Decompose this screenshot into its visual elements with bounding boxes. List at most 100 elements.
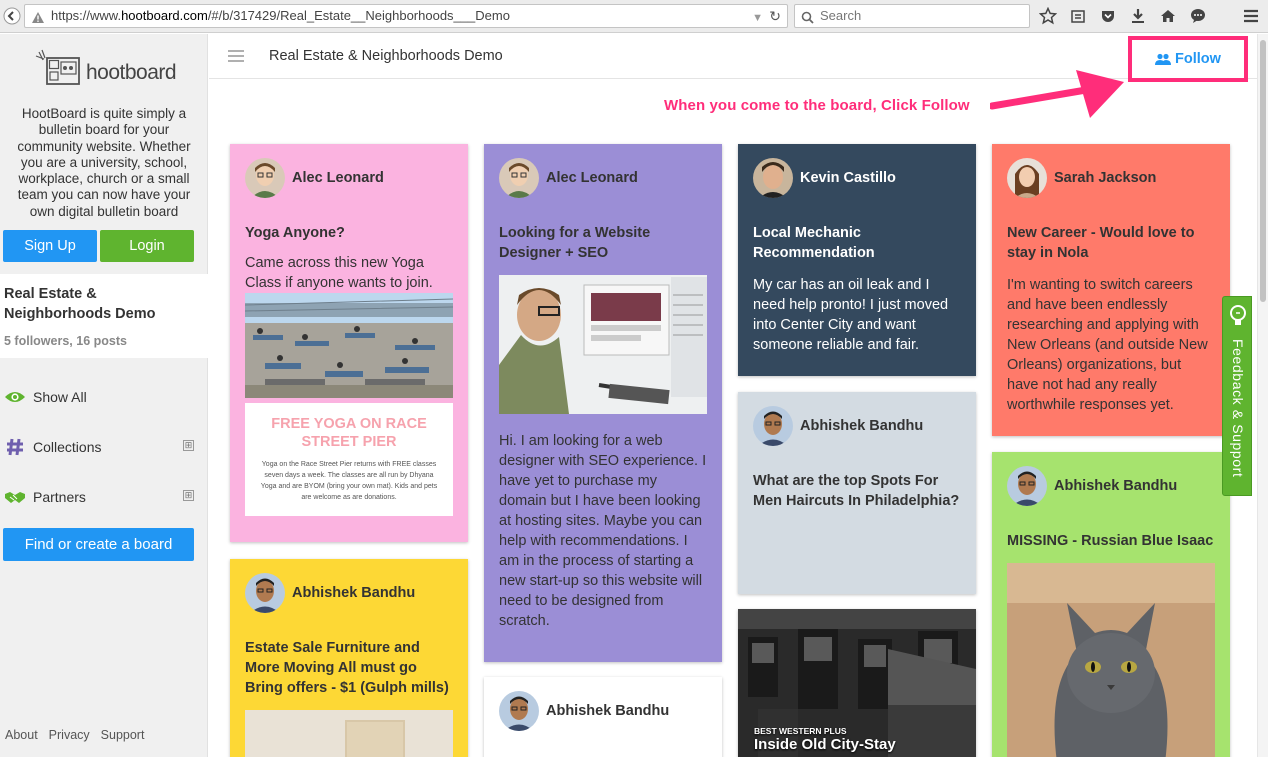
follow-highlight: Follow [1128, 36, 1248, 82]
post-card-career[interactable]: Sarah Jackson New Career - Would love to… [992, 144, 1230, 436]
author-name[interactable]: Alec Leonard [546, 170, 638, 186]
avatar[interactable] [245, 158, 285, 198]
back-button[interactable] [0, 4, 24, 28]
privacy-link[interactable]: Privacy [49, 728, 90, 742]
owl-board-logo-icon [35, 49, 80, 85]
card-author: Kevin Castillo [753, 158, 961, 198]
handshake-icon [4, 489, 26, 505]
author-name[interactable]: Abhishek Bandhu [292, 585, 415, 601]
post-title[interactable]: New Career - Would love to stay in Nola [1007, 223, 1215, 263]
author-name[interactable]: Abhishek Bandhu [546, 703, 669, 719]
reload-icon[interactable]: ↻ [769, 5, 781, 27]
poster-headline: FREE YOGA ON RACE STREET PIER [271, 416, 427, 450]
logo-text: hootboard [86, 61, 177, 84]
author-name[interactable]: Abhishek Bandhu [1054, 478, 1177, 494]
feedback-label: Feedback & Support [1230, 339, 1246, 478]
card-author: Abhishek Bandhu [499, 691, 707, 731]
download-icon[interactable] [1126, 5, 1150, 27]
sidebar-item-label: Collections [33, 439, 102, 455]
eye-icon [4, 390, 26, 404]
sidebar-item-show-all[interactable]: Show All [4, 385, 200, 409]
find-or-create-board-button[interactable]: Find or create a board [3, 528, 194, 561]
url-bar[interactable]: https://www.hootboard.com/#/b/317429/Rea… [24, 4, 788, 28]
sidebar-item-label: Show All [33, 389, 87, 405]
support-link[interactable]: Support [101, 728, 145, 742]
hotel-overlay: BEST WESTERN PLUS Inside Old City-Stay [754, 726, 896, 754]
chat-icon[interactable] [1186, 5, 1210, 27]
card-author: Sarah Jackson [1007, 158, 1215, 198]
annotation-text: When you come to the board, Click Follow [664, 97, 970, 114]
post-body: I'm wanting to switch careers and have b… [1007, 277, 1208, 413]
home-icon[interactable] [1156, 5, 1180, 27]
author-name[interactable]: Alec Leonard [292, 170, 384, 186]
post-card-hotel[interactable]: BEST WESTERN PLUS Inside Old City-Stay [738, 609, 976, 757]
avatar[interactable] [499, 691, 539, 731]
avatar[interactable] [1007, 466, 1047, 506]
post-title[interactable]: MISSING - Russian Blue Isaac [1007, 531, 1215, 551]
card-author: Alec Leonard [499, 158, 707, 198]
browser-menu-icon[interactable] [1240, 5, 1262, 27]
expand-collections-icon[interactable]: ⊞ [183, 440, 194, 451]
card-author: Abhishek Bandhu [753, 406, 961, 446]
hotel-caption: Inside Old City-Stay [754, 736, 896, 753]
post-title[interactable]: Looking for a Website Designer + SEO [499, 223, 707, 263]
board-stats: 5 followers, 16 posts [4, 334, 127, 348]
browser-search-input[interactable]: Search [794, 4, 1030, 28]
login-button[interactable]: Login [100, 230, 194, 262]
page-title: Real Estate & Neighborhoods Demo [269, 48, 503, 64]
avatar[interactable] [753, 406, 793, 446]
post-body: Hi. I am looking for a web designer with… [499, 433, 707, 629]
sidebar-item-label: Partners [33, 489, 86, 505]
post-card-abhishek[interactable]: Abhishek Bandhu [484, 677, 722, 757]
post-title[interactable]: Local Mechanic Recommendation [753, 223, 961, 263]
browser-toolbar: https://www.hootboard.com/#/b/317429/Rea… [0, 0, 1268, 33]
avatar[interactable] [245, 573, 285, 613]
post-title[interactable]: Estate Sale Furniture and More Moving Al… [245, 638, 453, 698]
url-domain: hootboard.com [121, 8, 208, 23]
search-icon [801, 9, 814, 31]
annotation-arrow-icon [990, 70, 1124, 118]
author-name[interactable]: Sarah Jackson [1054, 170, 1156, 186]
post-card-mechanic[interactable]: Kevin Castillo Local Mechanic Recommenda… [738, 144, 976, 376]
poster-details: Yoga on the Race Street Pier returns wit… [260, 461, 438, 501]
signup-button[interactable]: Sign Up [3, 230, 97, 262]
furniture-image[interactable] [245, 710, 453, 757]
post-title[interactable]: What are the top Spots For Men Haircuts … [753, 471, 961, 511]
about-link[interactable]: About [5, 728, 38, 742]
follow-label: Follow [1175, 51, 1221, 67]
post-card-haircut[interactable]: Abhishek Bandhu What are the top Spots F… [738, 392, 976, 594]
reading-list-icon[interactable] [1066, 5, 1090, 27]
cat-photo[interactable] [1007, 563, 1215, 757]
hamburger-menu-icon[interactable] [228, 50, 244, 62]
expand-partners-icon[interactable]: ⊞ [183, 490, 194, 501]
page-scrollbar[interactable] [1257, 34, 1268, 757]
post-body: My car has an oil leak and I need help p… [753, 277, 949, 353]
sidebar-item-partners[interactable]: Partners ⊞ [4, 485, 200, 509]
post-card-yoga[interactable]: Alec Leonard Yoga Anyone? Came across th… [230, 144, 468, 542]
avatar[interactable] [499, 158, 539, 198]
warning-icon [31, 9, 45, 31]
post-card-website-designer[interactable]: Alec Leonard Looking for a Website Desig… [484, 144, 722, 662]
board-info: Real Estate & Neighborhoods Demo 5 follo… [0, 274, 208, 358]
author-name[interactable]: Kevin Castillo [800, 170, 896, 186]
bookmark-star-icon[interactable] [1036, 5, 1060, 27]
avatar[interactable] [1007, 158, 1047, 198]
post-card-missing-cat[interactable]: Abhishek Bandhu MISSING - Russian Blue I… [992, 452, 1230, 757]
post-title[interactable]: Yoga Anyone? [245, 223, 453, 243]
post-card-estate-sale[interactable]: Abhishek Bandhu Estate Sale Furniture an… [230, 559, 468, 757]
follow-button[interactable]: Follow [1155, 51, 1221, 67]
hootboard-logo[interactable]: hootboard [34, 48, 177, 88]
hotel-brand: BEST WESTERN PLUS [754, 726, 847, 736]
pocket-icon[interactable] [1096, 5, 1120, 27]
hashtag-icon [4, 438, 26, 456]
feedback-support-tab[interactable]: Feedback & Support [1222, 296, 1252, 496]
web-designer-image[interactable] [499, 275, 707, 419]
sidebar-item-collections[interactable]: Collections ⊞ [4, 435, 200, 459]
search-placeholder: Search [820, 8, 862, 23]
scroll-thumb[interactable] [1260, 40, 1266, 302]
yoga-poster-image[interactable]: FREE YOGA ON RACE STREET PIER Yoga on th… [245, 293, 453, 516]
author-name[interactable]: Abhishek Bandhu [800, 418, 923, 434]
avatar[interactable] [753, 158, 793, 198]
sidebar-footer: About Privacy Support [5, 728, 144, 742]
url-dropdown-icon[interactable]: ▼ [752, 7, 763, 29]
